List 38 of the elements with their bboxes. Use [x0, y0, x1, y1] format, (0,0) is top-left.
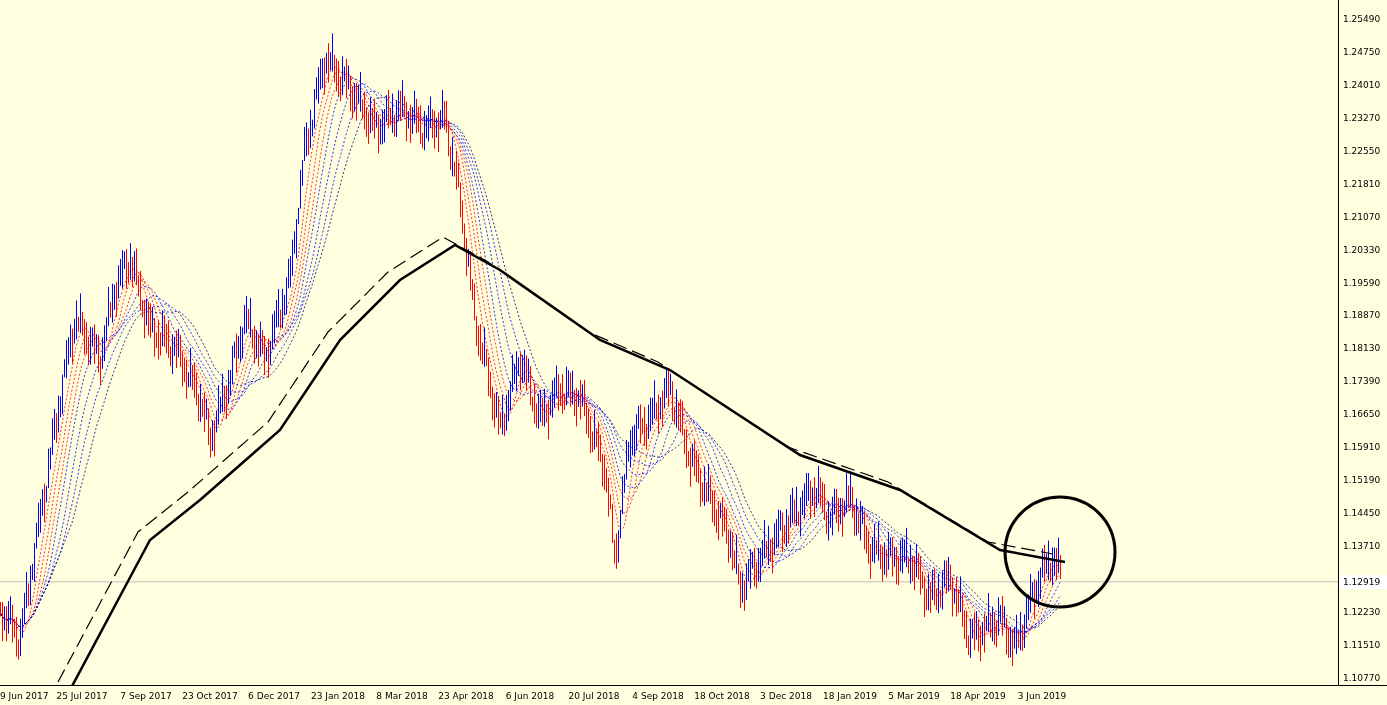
price-label: 1.12230: [1342, 605, 1382, 619]
price-label: 1.15190: [1342, 474, 1382, 488]
price-label: 1.21070: [1342, 210, 1382, 224]
price-label: 1.18870: [1342, 309, 1382, 323]
date-label: 3 Dec 2018: [759, 690, 813, 701]
current-price-label: 1.12919: [1339, 574, 1387, 589]
price-label: 1.20330: [1342, 243, 1382, 257]
price-label: 1.23270: [1342, 111, 1382, 125]
price-label: 1.24750: [1342, 45, 1382, 59]
date-label: 23 Apr 2018: [437, 690, 495, 701]
price-label: 1.15910: [1342, 441, 1382, 455]
price-label: 1.10770: [1342, 671, 1382, 685]
date-label: 7 Sep 2017: [119, 690, 173, 701]
date-label: 9 Jun 2017: [0, 690, 50, 701]
price-label: 1.21810: [1342, 177, 1382, 191]
price-label: 1.22550: [1342, 144, 1382, 158]
date-label: 20 Jul 2018: [567, 690, 621, 701]
price-label: 1.25490: [1342, 13, 1382, 26]
date-label: 3 Jun 2019: [1016, 690, 1068, 701]
date-label: 6 Jun 2018: [504, 690, 556, 701]
date-label: 6 Dec 2017: [247, 690, 301, 701]
price-label: 1.24010: [1342, 78, 1382, 92]
price-label: 1.17390: [1342, 375, 1382, 389]
date-label: 5 Mar 2019: [887, 690, 941, 701]
date-label: 23 Oct 2017: [181, 690, 239, 701]
date-label: 25 Jul 2017: [55, 690, 109, 701]
price-label: 1.19590: [1342, 276, 1382, 290]
date-label: 23 Jan 2018: [310, 690, 366, 701]
price-label: 1.13710: [1342, 540, 1382, 553]
date-label: 4 Sep 2018: [631, 690, 685, 701]
date-label: 18 Oct 2018: [693, 690, 751, 701]
price-label: 1.14450: [1342, 507, 1382, 521]
date-label: 18 Apr 2019: [949, 690, 1007, 701]
price-label: 1.18130: [1342, 342, 1382, 356]
price-label: 1.11510: [1342, 638, 1382, 652]
price-label: 1.16650: [1342, 408, 1382, 422]
date-label: 8 Mar 2018: [375, 690, 429, 701]
date-label: 18 Jan 2019: [822, 690, 878, 701]
